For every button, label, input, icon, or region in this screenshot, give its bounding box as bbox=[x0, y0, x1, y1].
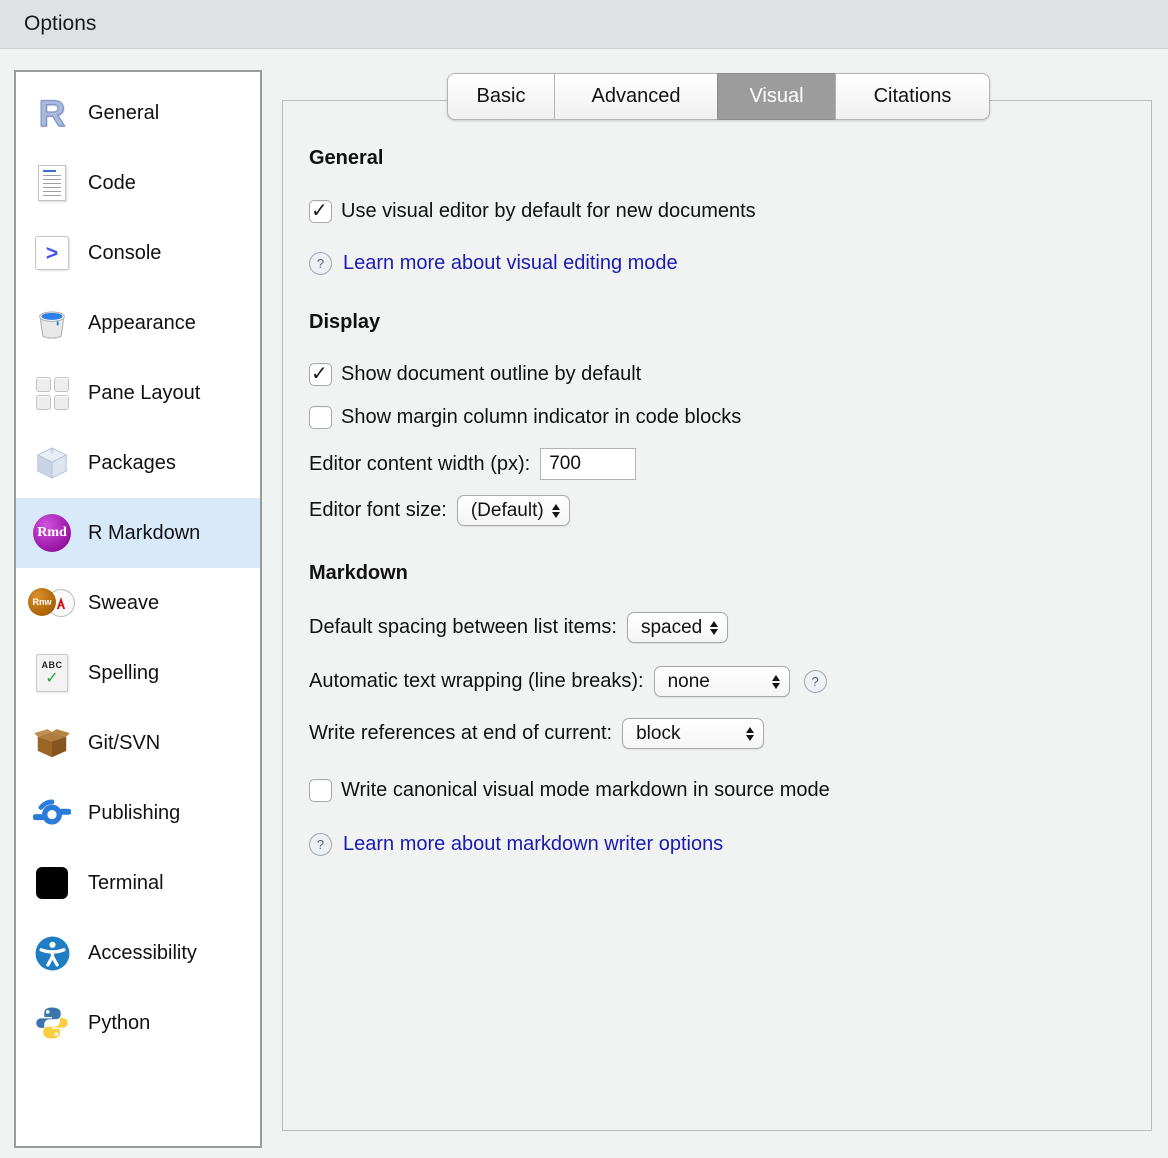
settings-panel: General Use visual editor by default for… bbox=[282, 100, 1152, 1131]
stepper-arrows-icon bbox=[710, 621, 718, 635]
field-label: Write references at end of current: bbox=[309, 722, 612, 745]
help-icon[interactable]: ? bbox=[804, 670, 827, 693]
field-label: Editor font size: bbox=[309, 499, 447, 522]
checkbox-use-visual-editor[interactable] bbox=[309, 200, 332, 223]
sidebar-item-label: Sweave bbox=[88, 592, 159, 615]
field-label: Default spacing between list items: bbox=[309, 616, 617, 639]
rmarkdown-icon: Rmd bbox=[30, 511, 74, 555]
sidebar-item-label: Python bbox=[88, 1012, 150, 1035]
sidebar-item-accessibility[interactable]: Accessibility bbox=[16, 918, 260, 988]
text-wrapping-select[interactable]: none bbox=[654, 666, 790, 697]
checkbox-show-margin[interactable] bbox=[309, 406, 332, 429]
option-label: Use visual editor by default for new doc… bbox=[341, 200, 756, 223]
link-visual-editing-mode[interactable]: Learn more about visual editing mode bbox=[343, 252, 678, 275]
checkbox-show-outline[interactable] bbox=[309, 363, 332, 386]
stepper-arrows-icon bbox=[552, 504, 560, 518]
paint-bucket-icon bbox=[30, 301, 74, 345]
sidebar-item-pane-layout[interactable]: Pane Layout bbox=[16, 358, 260, 428]
field-label: Automatic text wrapping (line breaks): bbox=[309, 670, 644, 693]
option-show-margin: Show margin column indicator in code blo… bbox=[309, 406, 1151, 429]
git-box-icon bbox=[30, 721, 74, 765]
sidebar-item-label: General bbox=[88, 102, 159, 125]
python-icon bbox=[30, 1001, 74, 1045]
sidebar-item-label: Console bbox=[88, 242, 161, 265]
sidebar-item-spelling[interactable]: ABC✓ Spelling bbox=[16, 638, 260, 708]
option-use-visual-editor: Use visual editor by default for new doc… bbox=[309, 200, 1151, 223]
checkbox-canonical-markdown[interactable] bbox=[309, 779, 332, 802]
window-titlebar: Options bbox=[0, 0, 1168, 49]
tab-basic[interactable]: Basic bbox=[447, 73, 555, 120]
sidebar-item-label: Accessibility bbox=[88, 942, 197, 965]
sidebar-item-appearance[interactable]: Appearance bbox=[16, 288, 260, 358]
spellcheck-icon: ABC✓ bbox=[30, 651, 74, 695]
pane-grid-icon bbox=[30, 371, 74, 415]
accessibility-icon bbox=[30, 931, 74, 975]
editor-content-width-input[interactable] bbox=[540, 448, 636, 480]
sidebar-item-general[interactable]: R General bbox=[16, 78, 260, 148]
sidebar-item-publishing[interactable]: Publishing bbox=[16, 778, 260, 848]
window-title: Options bbox=[24, 12, 96, 36]
section-heading-markdown: Markdown bbox=[309, 562, 1151, 585]
tab-advanced[interactable]: Advanced bbox=[554, 73, 718, 120]
option-canonical-markdown: Write canonical visual mode markdown in … bbox=[309, 779, 1151, 802]
sidebar-item-label: Git/SVN bbox=[88, 732, 160, 755]
sidebar-item-label: R Markdown bbox=[88, 522, 200, 545]
publish-connect-icon bbox=[30, 791, 74, 835]
stepper-arrows-icon bbox=[746, 727, 754, 741]
sidebar-item-console[interactable]: > Console bbox=[16, 218, 260, 288]
r-logo-icon: R bbox=[30, 91, 74, 135]
editor-font-size-select[interactable]: (Default) bbox=[457, 495, 570, 526]
sidebar-item-label: Pane Layout bbox=[88, 382, 200, 405]
sidebar-item-r-markdown[interactable]: Rmd R Markdown bbox=[16, 498, 260, 568]
option-show-outline: Show document outline by default bbox=[309, 363, 1151, 386]
field-label: Editor content width (px): bbox=[309, 453, 530, 476]
sidebar-item-label: Publishing bbox=[88, 802, 180, 825]
sidebar-item-python[interactable]: Python bbox=[16, 988, 260, 1058]
sweave-icon: Rnw bbox=[30, 581, 74, 625]
sidebar-item-label: Appearance bbox=[88, 312, 196, 335]
terminal-icon bbox=[30, 861, 74, 905]
option-editor-content-width: Editor content width (px): bbox=[309, 448, 1151, 480]
code-document-icon bbox=[30, 161, 74, 205]
tab-visual[interactable]: Visual bbox=[717, 73, 836, 120]
sidebar-item-label: Terminal bbox=[88, 872, 164, 895]
list-spacing-select[interactable]: spaced bbox=[627, 612, 728, 643]
panel-tabbar: Basic Advanced Visual Citations bbox=[447, 73, 990, 120]
sidebar-item-label: Code bbox=[88, 172, 136, 195]
option-list-spacing: Default spacing between list items: spac… bbox=[309, 612, 1151, 643]
console-icon: > bbox=[30, 231, 74, 275]
option-editor-font-size: Editor font size: (Default) bbox=[309, 495, 1151, 526]
sidebar-item-label: Spelling bbox=[88, 662, 159, 685]
sidebar-item-sweave[interactable]: Rnw Sweave bbox=[16, 568, 260, 638]
references-select[interactable]: block bbox=[622, 718, 764, 749]
stepper-arrows-icon bbox=[772, 675, 780, 689]
option-label: Write canonical visual mode markdown in … bbox=[341, 779, 830, 802]
sidebar-item-git-svn[interactable]: Git/SVN bbox=[16, 708, 260, 778]
option-label: Show margin column indicator in code blo… bbox=[341, 406, 741, 429]
help-link-visual-editing: ? Learn more about visual editing mode bbox=[309, 252, 1151, 275]
option-label: Show document outline by default bbox=[341, 363, 641, 386]
sidebar-item-terminal[interactable]: Terminal bbox=[16, 848, 260, 918]
sidebar-item-code[interactable]: Code bbox=[16, 148, 260, 218]
section-heading-display: Display bbox=[309, 311, 1151, 334]
tab-citations[interactable]: Citations bbox=[835, 73, 990, 120]
section-heading-general: General bbox=[309, 147, 1151, 170]
link-markdown-writer-options[interactable]: Learn more about markdown writer options bbox=[343, 833, 723, 856]
help-icon[interactable]: ? bbox=[309, 833, 332, 856]
help-icon[interactable]: ? bbox=[309, 252, 332, 275]
sidebar-item-packages[interactable]: Packages bbox=[16, 428, 260, 498]
settings-nav: R General Code > Console Appearance Pane… bbox=[14, 70, 262, 1148]
option-text-wrapping: Automatic text wrapping (line breaks): n… bbox=[309, 666, 1151, 697]
option-write-references: Write references at end of current: bloc… bbox=[309, 718, 1151, 749]
help-link-markdown-writer: ? Learn more about markdown writer optio… bbox=[309, 833, 1151, 856]
package-cube-icon bbox=[30, 441, 74, 485]
sidebar-item-label: Packages bbox=[88, 452, 176, 475]
